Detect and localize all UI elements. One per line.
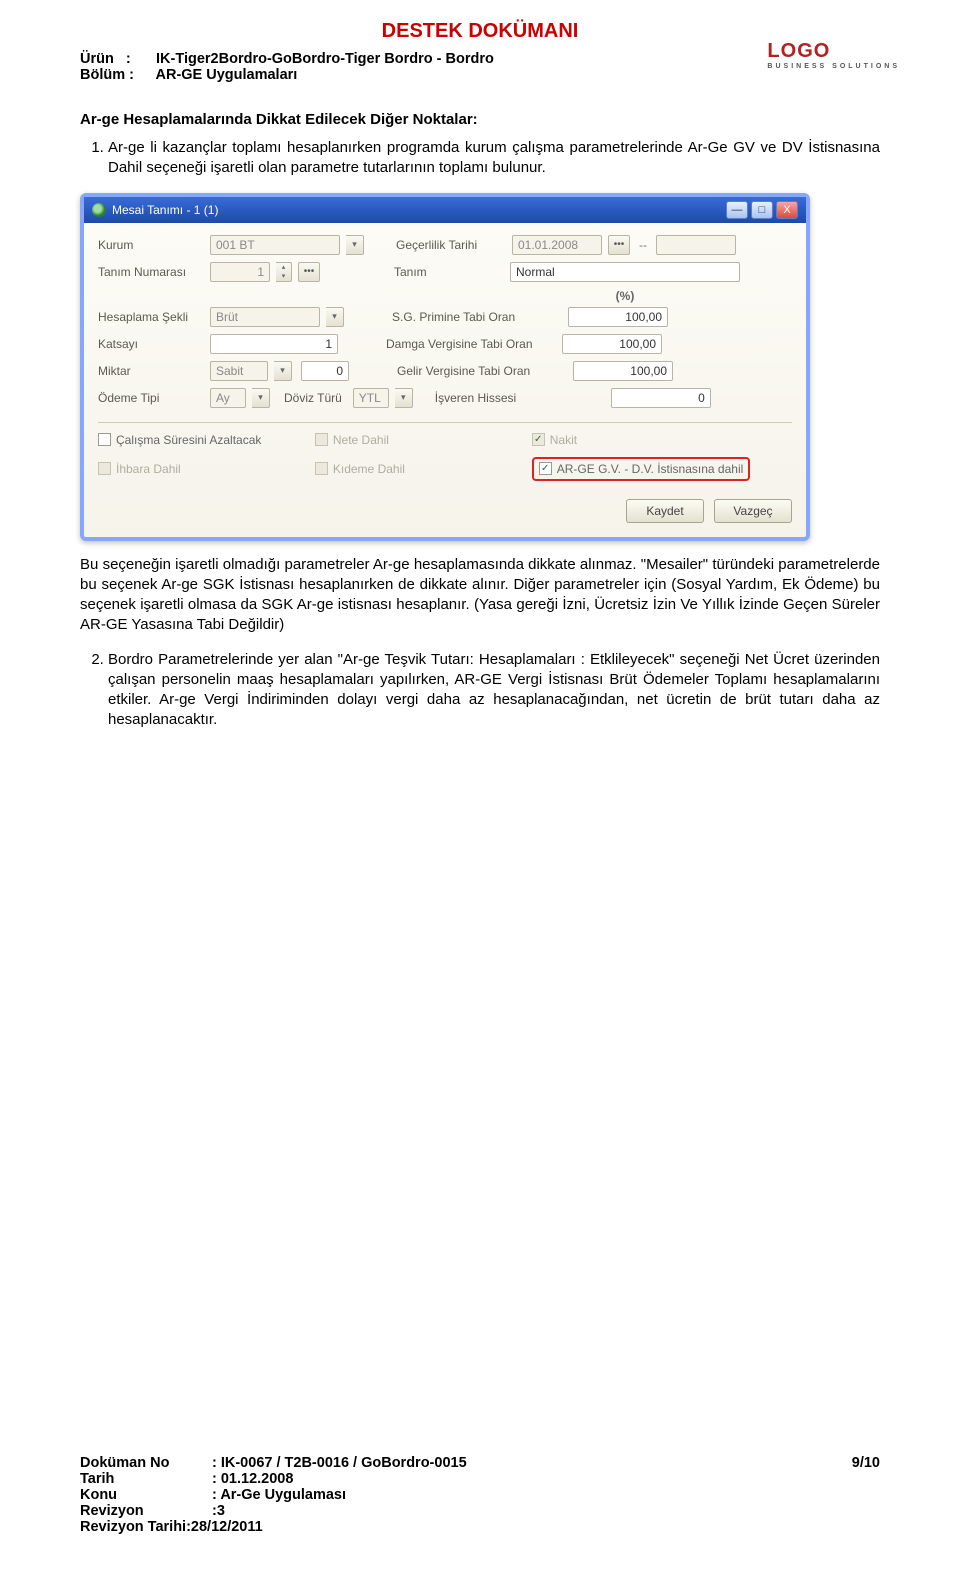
label-hesap-sekli: Hesaplama Şekli xyxy=(98,310,204,324)
dialog-window: Mesai Tanımı - 1 (1) — □ X Kurum 001 BT ▾… xyxy=(80,193,810,541)
ordered-list-bottom: Bordro Parametrelerinde yer alan "Ar-ge … xyxy=(80,650,880,731)
logo-subtext: BUSINESS SOLUTIONS xyxy=(767,63,900,70)
checkbox-icon xyxy=(98,462,111,475)
save-button[interactable]: Kaydet xyxy=(626,499,704,523)
lookup-button[interactable]: ••• xyxy=(298,262,320,282)
label-sg-oran: S.G. Primine Tabi Oran xyxy=(392,310,562,324)
checkbox-icon xyxy=(315,433,328,446)
gelir-oran-field[interactable]: 100,00 xyxy=(573,361,673,381)
percent-header: (%) xyxy=(458,289,792,303)
odeme-tipi-field[interactable]: Ay xyxy=(210,388,246,408)
checkbox-icon xyxy=(98,433,111,446)
label-damga-oran: Damga Vergisine Tabi Oran xyxy=(386,337,556,351)
damga-oran-field[interactable]: 100,00 xyxy=(562,334,662,354)
list-item: Ar-ge li kazançlar toplamı hesaplanırken… xyxy=(108,138,880,179)
checkbox-grid: Çalışma Süresini Azaltacak Nete Dahil ✓ … xyxy=(98,422,792,481)
footer: 9/10 Doküman No: IK-0067 / T2B-0016 / Go… xyxy=(80,1455,880,1535)
page-number: 9/10 xyxy=(852,1455,880,1471)
isveren-field[interactable]: 0 xyxy=(611,388,711,408)
document-page: DESTEK DOKÜMANI LOGO BUSINESS SOLUTIONS … xyxy=(0,0,960,1575)
label-gelir-oran: Gelir Vergisine Tabi Oran xyxy=(397,364,567,378)
label-katsayi: Katsayı xyxy=(98,337,204,351)
chevron-down-icon[interactable]: ▾ xyxy=(346,235,364,255)
ordered-list-top: Ar-ge li kazançlar toplamı hesaplanırken… xyxy=(80,138,880,179)
gecerlilik-field[interactable]: 01.01.2008 xyxy=(512,235,602,255)
window-titlebar[interactable]: Mesai Tanımı - 1 (1) — □ X xyxy=(84,197,806,223)
label-tanim-no: Tanım Numarası xyxy=(98,265,204,279)
close-button[interactable]: X xyxy=(776,201,798,219)
tanim-field[interactable]: Normal xyxy=(510,262,740,282)
doviz-field[interactable]: YTL xyxy=(353,388,389,408)
cancel-button[interactable]: Vazgeç xyxy=(714,499,792,523)
gecerlilik-field-end[interactable] xyxy=(656,235,736,255)
label-tanim: Tanım xyxy=(394,265,504,279)
arge-istisna-highlight: ✓ AR-GE G.V. - D.V. İstisnasına dahil xyxy=(532,457,751,481)
label-isveren: İşveren Hissesi xyxy=(435,391,605,405)
sg-oran-field[interactable]: 100,00 xyxy=(568,307,668,327)
meta-urun: Ürün : IK-Tiger2Bordro-GoBordro-Tiger Bo… xyxy=(80,51,880,67)
section-heading: Ar-ge Hesaplamalarında Dikkat Edilecek D… xyxy=(80,111,880,128)
kurum-field[interactable]: 001 BT xyxy=(210,235,340,255)
date-range-dash: -- xyxy=(639,238,647,252)
check-arge-istisna[interactable]: ✓ AR-GE G.V. - D.V. İstisnasına dahil xyxy=(539,462,744,476)
app-icon xyxy=(92,203,106,217)
hesap-sekli-field[interactable]: Brüt xyxy=(210,307,320,327)
label-gecerlilik: Geçerlilik Tarihi xyxy=(396,238,506,252)
label-doviz-turu: Döviz Türü xyxy=(284,391,342,405)
chevron-down-icon[interactable]: ▾ xyxy=(274,361,292,381)
date-picker-button[interactable]: ••• xyxy=(608,235,630,255)
label-odeme-tipi: Ödeme Tipi xyxy=(98,391,204,405)
window-body: Kurum 001 BT ▾ Geçerlilik Tarihi 01.01.20… xyxy=(84,223,806,537)
check-nete-dahil: Nete Dahil xyxy=(315,433,532,447)
label-kurum: Kurum xyxy=(98,238,204,252)
chevron-down-icon[interactable]: ▾ xyxy=(395,388,413,408)
check-calisma-suresi[interactable]: Çalışma Süresini Azaltacak xyxy=(98,433,315,447)
chevron-down-icon[interactable]: ▾ xyxy=(252,388,270,408)
check-ihbara-dahil: İhbara Dahil xyxy=(98,457,315,481)
mid-paragraph: Bu seçeneğin işaretli olmadığı parametre… xyxy=(80,555,880,636)
chevron-down-icon[interactable]: ▾ xyxy=(326,307,344,327)
miktar-type-field[interactable]: Sabit xyxy=(210,361,268,381)
check-kideme-dahil: Kıdeme Dahil xyxy=(315,457,532,481)
document-title: DESTEK DOKÜMANI xyxy=(80,20,880,43)
spinner-icon[interactable]: ▴▾ xyxy=(276,262,292,282)
miktar-val-field[interactable]: 0 xyxy=(301,361,349,381)
checkbox-icon: ✓ xyxy=(539,462,552,475)
list-item: Bordro Parametrelerinde yer alan "Ar-ge … xyxy=(108,650,880,731)
logo: LOGO BUSINESS SOLUTIONS xyxy=(767,40,900,70)
check-nakit: ✓ Nakit xyxy=(532,433,792,447)
maximize-button[interactable]: □ xyxy=(751,201,773,219)
tanim-no-field[interactable]: 1 xyxy=(210,262,270,282)
checkbox-icon xyxy=(315,462,328,475)
meta-bolum: Bölüm : AR-GE Uygulamaları xyxy=(80,67,880,83)
katsayi-field[interactable]: 1 xyxy=(210,334,338,354)
label-miktar: Miktar xyxy=(98,364,204,378)
logo-text: LOGO xyxy=(767,40,830,62)
window-title: Mesai Tanımı - 1 (1) xyxy=(112,203,218,217)
checkbox-icon: ✓ xyxy=(532,433,545,446)
minimize-button[interactable]: — xyxy=(726,201,748,219)
dialog-buttons: Kaydet Vazgeç xyxy=(98,499,792,523)
